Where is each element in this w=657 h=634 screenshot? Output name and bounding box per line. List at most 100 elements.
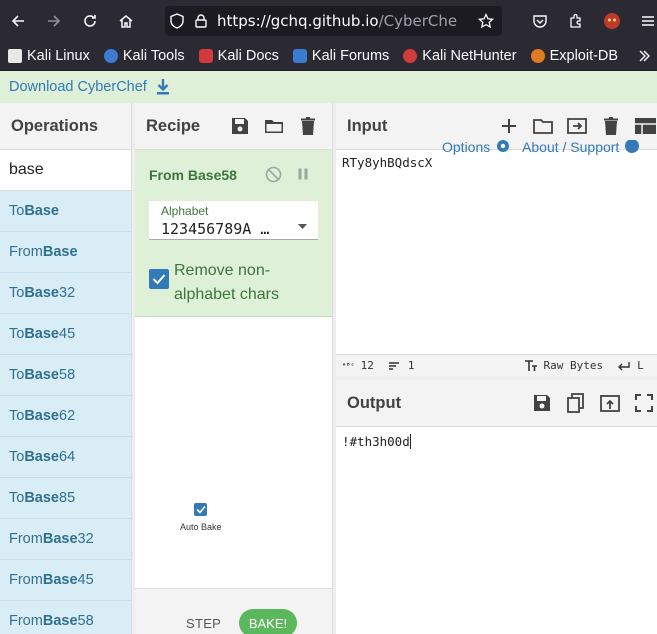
disable-operation-button[interactable] xyxy=(265,166,282,186)
bookmark-kali-nethunter[interactable]: Kali NetHunter xyxy=(395,42,522,70)
pause-icon xyxy=(298,168,308,180)
download-link[interactable]: Download CyberChef xyxy=(9,79,147,95)
bookmark-exploit-db[interactable]: Exploit-DB xyxy=(523,42,625,70)
output-text[interactable]: !#th3h00d xyxy=(342,434,411,449)
input-encoding[interactable]: Raw Bytes xyxy=(544,359,604,372)
alphabet-label: Alphabet xyxy=(161,204,209,218)
options-link[interactable]: Options xyxy=(442,139,490,155)
operation-list-item[interactable]: To Base 58 xyxy=(0,355,131,396)
pocket-button[interactable] xyxy=(522,0,558,42)
fullscreen-icon xyxy=(635,394,653,412)
auto-bake-label: Auto Bake xyxy=(180,522,222,532)
download-icon[interactable] xyxy=(156,78,170,96)
operation-list-item[interactable]: From Base 58 xyxy=(0,601,131,634)
home-button[interactable] xyxy=(108,0,144,42)
about-support-link[interactable]: About / Support xyxy=(522,139,619,155)
kali-dragon-icon xyxy=(8,49,22,63)
folder-open-icon xyxy=(533,119,553,134)
bookmark-kali-docs[interactable]: Kali Docs xyxy=(191,42,285,70)
save-output-button[interactable] xyxy=(531,392,553,414)
help-icon[interactable] xyxy=(623,139,641,154)
operation-list-item[interactable]: To Base 45 xyxy=(0,314,131,355)
operation-list-item[interactable]: To Base xyxy=(0,191,131,232)
operation-list-item[interactable]: To Base 32 xyxy=(0,273,131,314)
input-length: 12 xyxy=(360,359,374,372)
menu-button[interactable] xyxy=(630,0,657,42)
operation-label-match: Base xyxy=(24,490,59,506)
add-input-tab-button[interactable] xyxy=(498,115,520,137)
eol-return-icon[interactable] xyxy=(617,361,631,371)
forward-button[interactable] xyxy=(36,0,72,42)
floppy-disk-icon xyxy=(232,118,248,134)
operation-label-pre: To xyxy=(9,408,25,424)
open-folder-button[interactable] xyxy=(532,115,554,137)
url-bar[interactable]: https://gchq.github.io/CyberChef/# xyxy=(165,6,502,36)
alphabet-select[interactable]: Alphabet 123456789A … xyxy=(149,201,318,240)
remove-non-alphabet-checkbox[interactable] xyxy=(149,269,169,289)
step-button[interactable]: STEP xyxy=(186,616,221,631)
input-eol[interactable]: L xyxy=(637,359,644,372)
pocket-icon xyxy=(533,15,547,28)
operation-label-match: Base xyxy=(24,285,59,301)
auto-bake-checkbox[interactable] xyxy=(194,503,207,516)
operations-search-input[interactable]: base xyxy=(0,150,131,191)
extensions-button[interactable] xyxy=(558,0,594,42)
operation-list-item[interactable]: From Base 45 xyxy=(0,560,131,601)
back-button[interactable] xyxy=(0,0,36,42)
bookmark-kali-linux[interactable]: Kali Linux xyxy=(0,42,96,70)
download-banner: Download CyberChef xyxy=(0,71,657,103)
operation-list-item[interactable]: To Base 64 xyxy=(0,437,131,478)
maximise-output-button[interactable] xyxy=(633,392,655,414)
operation-list-item[interactable]: From Base 32 xyxy=(0,519,131,560)
save-recipe-button[interactable] xyxy=(229,115,251,137)
kali-forums-icon xyxy=(292,49,307,63)
recipe-operation-card[interactable]: From Base58 Alphabet 123456789A … Remove… xyxy=(135,150,332,317)
reset-layout-button[interactable] xyxy=(634,115,657,137)
disable-circle-icon xyxy=(265,166,282,183)
lines-icon xyxy=(388,361,399,370)
url-text: https://gchq.github.io/CyberChef/# xyxy=(217,12,457,30)
input-lines: 1 xyxy=(407,359,415,372)
clear-recipe-button[interactable] xyxy=(297,115,319,137)
alphabet-value: 123456789A … xyxy=(161,220,270,238)
operation-label-match: Base xyxy=(42,244,78,260)
reload-button[interactable] xyxy=(72,0,108,42)
reload-icon xyxy=(84,15,96,27)
text-cursor xyxy=(409,434,411,449)
text-encoding-icon[interactable] xyxy=(524,359,538,372)
operation-label-post: 45 xyxy=(59,326,76,342)
gear-icon[interactable] xyxy=(494,140,512,154)
bookmark-star-icon[interactable] xyxy=(474,6,498,36)
open-file-button[interactable] xyxy=(566,115,588,137)
profile-extension-button[interactable] xyxy=(594,0,630,42)
operation-name: From Base58 xyxy=(149,167,237,183)
operation-label-match: Base xyxy=(24,449,59,465)
bookmarks-overflow-button[interactable] xyxy=(631,42,657,70)
lock-icon xyxy=(189,6,213,36)
operation-label-match: Base xyxy=(42,572,78,588)
home-icon xyxy=(119,15,133,28)
bookmark-kali-forums[interactable]: Kali Forums xyxy=(285,42,395,70)
bake-button[interactable]: BAKE! xyxy=(239,609,297,634)
move-to-input-icon xyxy=(600,395,620,412)
operation-list-item[interactable]: From Base xyxy=(0,232,131,273)
operation-label-post: 62 xyxy=(59,408,76,424)
forward-arrow-icon xyxy=(48,15,61,27)
copy-output-button[interactable] xyxy=(565,392,587,414)
extension-avatar-icon xyxy=(604,13,620,29)
bookmark-kali-tools[interactable]: Kali Tools xyxy=(96,42,191,70)
operation-label-post: 85 xyxy=(59,490,76,506)
input-textarea[interactable]: RTy8yhBQdscX xyxy=(342,155,432,170)
clear-input-button[interactable] xyxy=(600,115,622,137)
output-panel: Output !#th3h00d xyxy=(336,380,657,634)
load-recipe-button[interactable] xyxy=(263,115,285,137)
operation-label-pre: From xyxy=(9,572,43,588)
abc-length-icon: ᴬᴮᶜ xyxy=(342,361,355,370)
operation-list-item[interactable]: To Base 62 xyxy=(0,396,131,437)
recipe-controls: STEP BAKE! xyxy=(135,588,332,634)
breakpoint-button[interactable] xyxy=(296,167,310,184)
operation-label-post: 58 xyxy=(77,613,94,629)
operation-list-item[interactable]: To Base 85 xyxy=(0,478,131,519)
top-links: Options About / Support xyxy=(442,139,641,155)
replace-input-button[interactable] xyxy=(599,392,621,414)
